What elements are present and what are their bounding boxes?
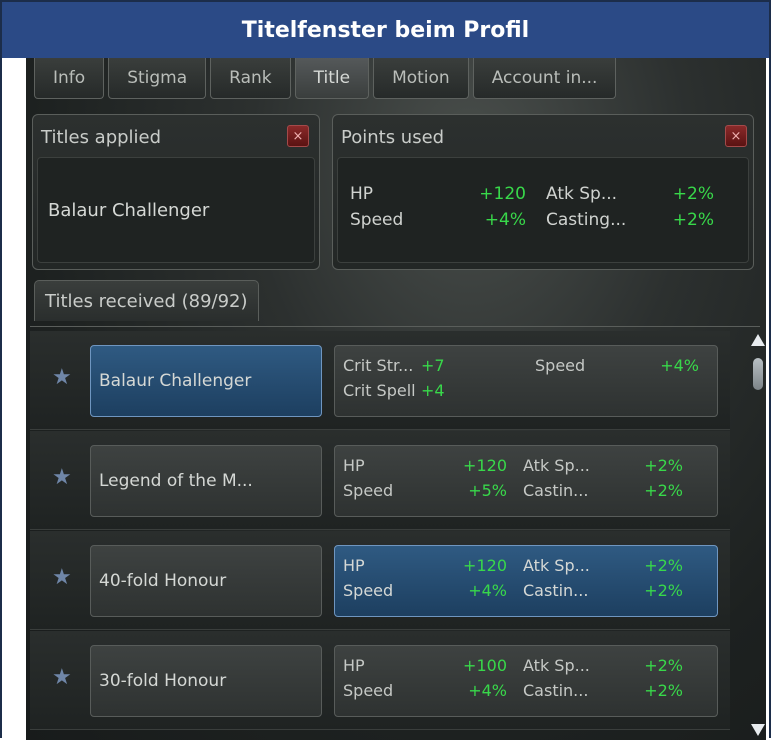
star-icon[interactable]: ★ xyxy=(52,467,74,489)
stat-value: +7 xyxy=(421,356,445,375)
title-button[interactable]: Legend of the M... xyxy=(90,445,322,517)
points-used-label: Points used xyxy=(341,127,445,148)
stat-value: +2% xyxy=(644,456,683,475)
titles-applied-label: Titles applied xyxy=(41,127,162,148)
close-icon[interactable]: × xyxy=(725,125,747,147)
stat-value: +2% xyxy=(644,581,683,600)
stat-value: +2% xyxy=(672,210,714,230)
stat-name: Atk Sp... xyxy=(523,656,590,675)
arrow-down-icon[interactable] xyxy=(751,724,765,736)
stat-value: +120 xyxy=(479,184,526,204)
applied-title-value: Balaur Challenger xyxy=(48,200,210,221)
list-item: ★ Balaur Challenger Crit Str... +7 Speed… xyxy=(30,331,730,430)
tab-motion[interactable]: Motion xyxy=(373,58,469,99)
profile-window: Info Stigma Rank Title Motion Account in… xyxy=(26,58,766,740)
tab-stigma[interactable]: Stigma xyxy=(108,58,207,99)
titles-list: ★ Balaur Challenger Crit Str... +7 Speed… xyxy=(30,326,760,740)
stat-value: +2% xyxy=(644,681,683,700)
stat-grid: Crit Str... +7 Speed +4% Crit Spell +4 xyxy=(343,356,699,400)
stat-value: +120 xyxy=(463,456,507,475)
tab-bar: Info Stigma Rank Title Motion Account in… xyxy=(34,58,617,100)
title-button[interactable]: 40-fold Honour xyxy=(90,545,322,617)
list-item: ★ 30-fold Honour HP +100 Atk Sp... +2% S… xyxy=(30,631,730,730)
scrollbar-thumb[interactable] xyxy=(753,358,763,390)
points-used-panel: Points used × HP +120 Atk Sp... +2% Spee… xyxy=(332,114,754,270)
stat-name: HP xyxy=(343,556,365,575)
title-stats: HP +120 Atk Sp... +2% Speed +4% Castin..… xyxy=(334,545,718,617)
stat-name: Castin... xyxy=(523,581,589,600)
title-button[interactable]: 30-fold Honour xyxy=(90,645,322,717)
stat-name xyxy=(535,381,639,400)
stat-value: +4% xyxy=(468,681,507,700)
stat-value: +4% xyxy=(468,581,507,600)
stat-name: Castin... xyxy=(523,481,589,500)
page-title: Titelfenster beim Profil xyxy=(2,2,769,58)
stat-value: +100 xyxy=(463,656,507,675)
stat-name: HP xyxy=(343,656,365,675)
stat-name: Atk Sp... xyxy=(523,456,590,475)
stat-value xyxy=(639,381,699,400)
stat-name: Castin... xyxy=(523,681,589,700)
stat-name: Speed xyxy=(343,481,394,500)
stat-name: Speed xyxy=(350,210,404,230)
stat-name: HP xyxy=(343,456,365,475)
stat-value: +2% xyxy=(644,656,683,675)
stat-grid: HP +120 Atk Sp... +2% Speed +4% Castin..… xyxy=(343,556,683,600)
list-item: ★ Legend of the M... HP +120 Atk Sp... +… xyxy=(30,431,730,530)
stat-value: +4% xyxy=(660,356,699,375)
arrow-up-icon[interactable] xyxy=(751,334,765,346)
star-icon[interactable]: ★ xyxy=(52,667,74,689)
applied-title-box: Balaur Challenger xyxy=(37,157,315,263)
stat-value: +2% xyxy=(672,184,714,204)
titles-received-tab[interactable]: Titles received (89/92) xyxy=(34,280,259,321)
stat-value: +2% xyxy=(644,556,683,575)
stat-grid: HP +100 Atk Sp... +2% Speed +4% Castin..… xyxy=(343,656,683,700)
stat-value: +120 xyxy=(463,556,507,575)
stat-value: +5% xyxy=(468,481,507,500)
star-icon[interactable]: ★ xyxy=(52,367,74,389)
points-stats: HP +120 Atk Sp... +2% Speed +4% Casting.… xyxy=(350,184,714,230)
title-stats: Crit Str... +7 Speed +4% Crit Spell +4 xyxy=(334,345,718,417)
points-stats-box: HP +120 Atk Sp... +2% Speed +4% Casting.… xyxy=(337,157,749,263)
list-item: ★ 40-fold Honour HP +120 Atk Sp... +2% S… xyxy=(30,531,730,630)
title-stats: HP +120 Atk Sp... +2% Speed +5% Castin..… xyxy=(334,445,718,517)
star-icon[interactable]: ★ xyxy=(52,567,74,589)
stat-name: Atk Sp... xyxy=(546,184,618,204)
stat-value: +4 xyxy=(421,381,445,400)
close-icon[interactable]: × xyxy=(287,125,309,147)
stat-name: Casting... xyxy=(546,210,627,230)
frame: Titelfenster beim Profil Info Stigma Ran… xyxy=(0,0,771,740)
tab-title[interactable]: Title xyxy=(294,58,370,99)
title-button[interactable]: Balaur Challenger xyxy=(90,345,322,417)
stat-value: +4% xyxy=(484,210,526,230)
scrollbar[interactable] xyxy=(750,328,766,740)
tab-rank[interactable]: Rank xyxy=(210,58,291,99)
title-stats: HP +100 Atk Sp... +2% Speed +4% Castin..… xyxy=(334,645,718,717)
stat-name: Atk Sp... xyxy=(523,556,590,575)
tab-account-info[interactable]: Account in... xyxy=(472,58,617,99)
stat-name: Speed xyxy=(343,581,394,600)
stat-value: +2% xyxy=(644,481,683,500)
stat-name: Speed xyxy=(343,681,394,700)
stat-name: HP xyxy=(350,184,374,204)
stat-name: Speed xyxy=(535,356,586,375)
stat-grid: HP +120 Atk Sp... +2% Speed +5% Castin..… xyxy=(343,456,683,500)
titles-applied-panel: Titles applied × Balaur Challenger xyxy=(32,114,320,270)
tab-info[interactable]: Info xyxy=(34,58,105,99)
